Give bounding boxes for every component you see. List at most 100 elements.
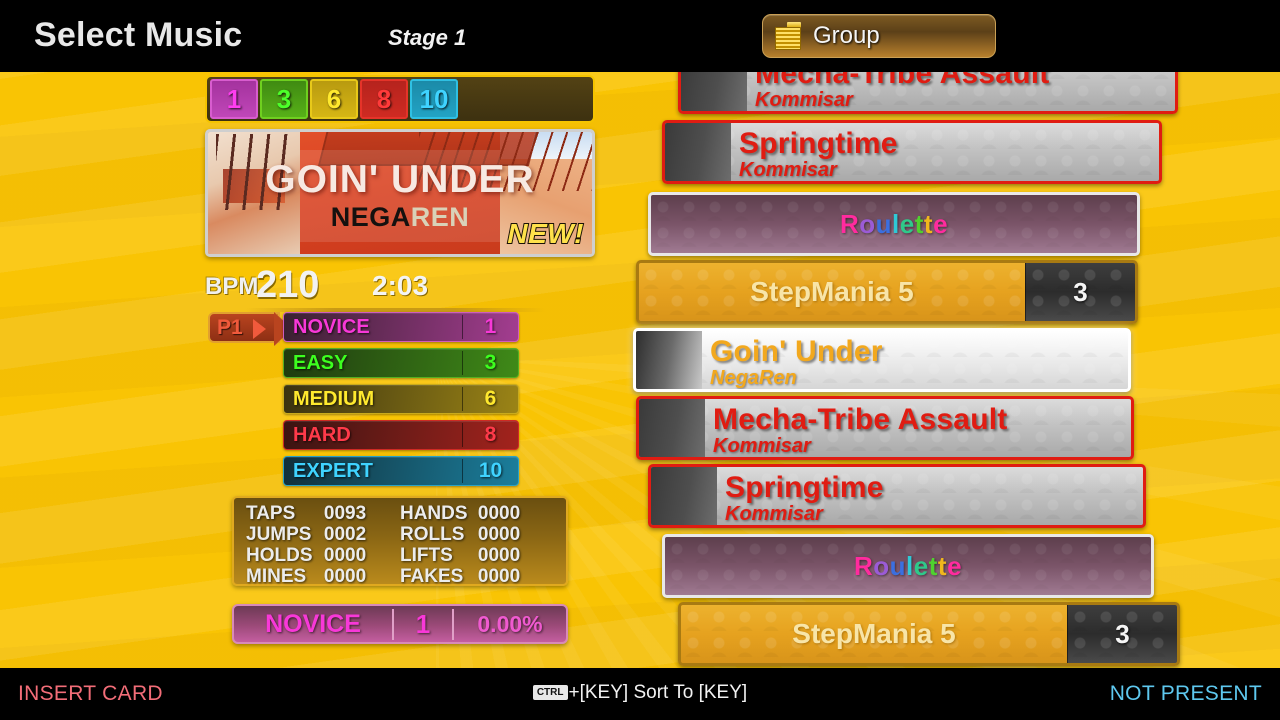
stat-row: HOLDS 0000 LIFTS 0000 [246,545,554,566]
difficulty-meter: 6 [462,387,518,411]
stat-row: MINES 0000 FAKES 0000 [246,566,554,587]
difficulty-name: EASY [293,351,348,374]
stat-value: 0002 [323,524,367,545]
difficulty-row-medium[interactable]: MEDIUM 6 [283,384,519,414]
difficulty-meter: 3 [462,351,518,375]
bpm-row: BPM 210 2:03 [205,264,595,312]
roulette-letter: e [913,550,929,581]
new-badge: NEW! [506,217,584,250]
meter-cell: 8 [360,79,408,119]
bpm-label: BPM [205,273,259,300]
roulette-letter: o [859,208,876,239]
group-row-main: StepMania 5 [681,605,1067,663]
stat-value: 0093 [323,503,367,524]
difficulty-meter: 10 [462,459,518,483]
stat-label: LIFTS [399,545,453,566]
song-title: Goin' Under [710,335,883,368]
stat-label: HANDS [399,503,468,524]
song-text-block: Mecha-Tribe Assault Kommisar [755,72,1167,111]
wheel-roulette-row[interactable]: Roulette [662,534,1154,598]
wheel-song-row[interactable]: Mecha-Tribe Assault Kommisar [678,72,1178,114]
banner-artist-part1: NEGA [330,202,411,232]
group-button[interactable]: Group [762,14,996,58]
banner-artist-part2: REN [410,202,470,232]
stat-value: 0000 [323,545,367,566]
meter-cell: 6 [310,79,358,119]
roulette-letter: e [933,208,949,239]
difficulty-name: EXPERT [293,459,374,482]
roulette-letter: e [899,208,915,239]
song-wheel[interactable]: Mecha-Tribe Assault Kommisar Springtime Kom… [620,72,1280,668]
score-percent: 0.00% [477,610,543,637]
stat-row: TAPS 0093 HANDS 0000 [246,503,554,524]
high-score-bar: NOVICE 1 0.00% [232,604,568,644]
difficulty-meter-strip: 1 3 6 8 10 [205,75,595,123]
roulette-letter: t [923,208,934,239]
sort-help-label: +[KEY] Sort To [KEY] [568,682,748,703]
stat-value: 0000 [477,566,521,587]
wheel-group-row[interactable]: StepMania 5 3 [678,602,1180,666]
song-thumbnail [681,72,747,111]
song-banner[interactable]: GOIN' UNDER NEGAREN NEW! [205,129,595,257]
wheel-group-row[interactable]: StepMania 5 3 [636,260,1138,324]
song-title: Springtime [725,471,884,504]
difficulty-list[interactable]: NOVICE 1 EASY 3 MEDIUM 6 HARD 8 EXPERT 10 [283,312,519,492]
song-text-block: Mecha-Tribe Assault Kommisar [713,399,1123,457]
roulette-label: Roulette [651,195,1137,253]
song-thumbnail [636,331,702,389]
difficulty-meter: 1 [462,315,518,339]
meter-cell: 10 [410,79,458,119]
song-text-block: Springtime Kommisar [739,123,1151,181]
difficulty-row-novice[interactable]: NOVICE 1 [283,312,519,342]
group-song-count-value: 3 [1073,276,1088,307]
sort-help-text: CTRL +[KEY] Sort To [KEY] [0,682,1280,704]
difficulty-name: NOVICE [293,315,370,338]
song-artist: Kommisar [739,159,837,181]
difficulty-row-hard[interactable]: HARD 8 [283,420,519,450]
stat-row: JUMPS 0002 ROLLS 0000 [246,524,554,545]
p1-cursor-label: P1 [217,315,243,339]
banner-title: GOIN' UNDER [265,158,535,201]
stat-label: HOLDS [246,545,313,566]
wheel-song-row[interactable]: Springtime Kommisar [662,120,1162,184]
stat-value: 0000 [477,545,521,566]
stat-value: 0000 [477,524,521,545]
page-title: Select Music [34,16,243,54]
footer-bar: INSERT CARD CTRL +[KEY] Sort To [KEY] NOT… [0,668,1280,720]
game-screen: Select Music Stage 1 Group 1 3 6 8 10 GOI [0,0,1280,720]
song-length: 2:03 [372,270,429,301]
wheel-song-row-selected[interactable]: Goin' Under NegaRen [633,328,1131,392]
wheel-song-row[interactable]: Mecha-Tribe Assault Kommisar [636,396,1134,460]
difficulty-meter: 8 [462,423,518,447]
difficulty-name: MEDIUM [293,387,375,410]
group-row-name: StepMania 5 [750,276,914,307]
roulette-letter: l [906,550,914,581]
roulette-letter: R [853,550,874,581]
stat-label: TAPS [246,503,296,524]
stat-value: 0000 [323,566,367,587]
wheel-song-row[interactable]: Springtime Kommisar [648,464,1146,528]
song-artist: Kommisar [713,435,811,457]
song-title: Springtime [739,127,898,160]
card-present-status: NOT PRESENT [1109,682,1262,705]
stage-label: Stage 1 [388,25,467,50]
stat-label: JUMPS [246,524,312,545]
score-difficulty: NOVICE [265,609,361,638]
header-bar: Select Music Stage 1 Group [0,0,1280,72]
group-row-main: StepMania 5 [639,263,1025,321]
score-meter: 1 [392,608,454,640]
roulette-letter: R [839,208,860,239]
song-text-block: Goin' Under NegaRen [710,331,1120,389]
step-statistics-table: TAPS 0093 HANDS 0000 JUMPS 0002 ROLLS 0000 HOLDS… [246,503,554,587]
difficulty-row-easy[interactable]: EASY 3 [283,348,519,378]
group-song-count-value: 3 [1115,618,1130,649]
group-button-label: Group [813,22,880,49]
song-artist: NegaRen [710,367,797,389]
meter-cell: 3 [260,79,308,119]
song-artist: Kommisar [725,503,823,525]
difficulty-row-expert[interactable]: EXPERT 10 [283,456,519,486]
wheel-roulette-row[interactable]: Roulette [648,192,1140,256]
ctrl-keycap: CTRL [532,685,568,700]
song-thumbnail [665,123,731,181]
song-title: Mecha-Tribe Assault [713,403,1008,436]
